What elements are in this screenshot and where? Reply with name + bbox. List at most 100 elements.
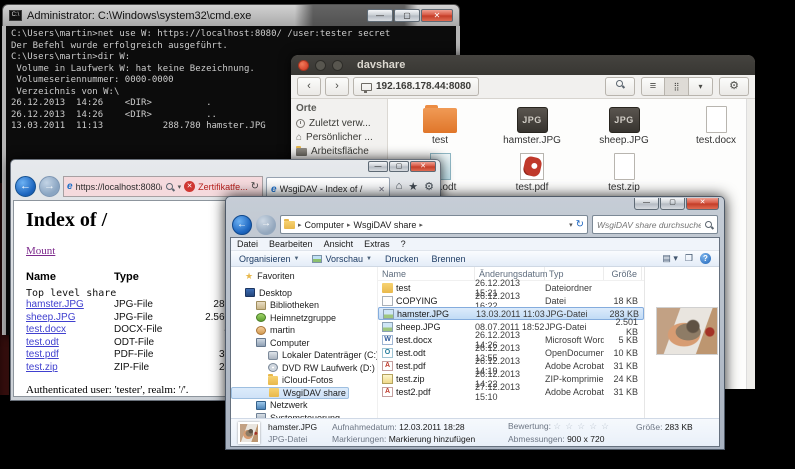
explorer-titlebar[interactable]: — ▢ ✕ xyxy=(226,197,724,212)
ie-titlebar[interactable]: — ▢ ✕ xyxy=(11,160,440,173)
file-link[interactable]: test.docx xyxy=(26,324,114,337)
file-link[interactable]: sheep.JPG xyxy=(26,312,114,325)
preview-pane-button[interactable]: ❒ xyxy=(685,253,693,264)
sidebar-item-icloud-fotos[interactable]: iCloud-Fotos xyxy=(231,374,377,387)
rating-stars[interactable]: ☆ ☆ ☆ ☆ ☆ xyxy=(553,421,610,431)
sidebar-item-desktop[interactable]: Desktop xyxy=(231,287,377,300)
url-text[interactable]: https://localhost:8080/ xyxy=(76,182,162,192)
file-item-pdf[interactable]: test.pdf xyxy=(486,149,578,196)
mount-link[interactable]: Mount xyxy=(26,245,55,257)
table-row[interactable]: Atest2.pdf 27.12.2013 15:10Adobe Acrobat… xyxy=(378,385,644,398)
back-button[interactable]: ← xyxy=(232,215,252,235)
close-button[interactable] xyxy=(298,60,309,71)
menu-datei[interactable]: Datei xyxy=(237,239,258,249)
chevron-down-icon[interactable]: ▾ xyxy=(178,183,182,191)
view-options-button[interactable]: ▾ xyxy=(689,77,713,96)
minimize-button[interactable]: — xyxy=(634,198,659,210)
certificate-error-text[interactable]: Zertifikatfe... xyxy=(198,182,248,192)
file-item-sheep[interactable]: JPG sheep.JPG xyxy=(578,102,670,149)
file-link[interactable]: test.odt xyxy=(26,337,114,350)
back-button[interactable]: ← xyxy=(15,176,36,197)
home-icon[interactable]: ⌂ xyxy=(396,180,403,193)
sidebar-item-recent[interactable]: Zuletzt verw... xyxy=(296,118,382,129)
sidebar-item-computer[interactable]: Computer xyxy=(231,337,377,350)
sidebar-item-dvd-drive[interactable]: DVD RW Laufwerk (D:) xyxy=(231,362,377,375)
maximize-button[interactable]: ▢ xyxy=(389,161,409,172)
file-link[interactable]: test.zip xyxy=(26,362,114,375)
file-link[interactable]: test.pdf xyxy=(26,349,114,362)
close-button[interactable]: ✕ xyxy=(686,198,719,210)
breadcrumb-separator: ▸ xyxy=(347,221,351,229)
burn-button[interactable]: Brennen xyxy=(431,254,465,264)
address-bar[interactable]: e https://localhost:8080/ ▾ ✕ Zertifikat… xyxy=(63,176,263,197)
nautilus-titlebar[interactable]: davshare xyxy=(291,55,755,75)
column-header-name[interactable]: Name xyxy=(378,267,475,280)
organize-button[interactable]: Organisieren▼ xyxy=(239,254,299,264)
breadcrumb-current[interactable]: WsgiDAV share xyxy=(354,220,417,230)
close-button[interactable]: ✕ xyxy=(421,9,453,22)
print-button[interactable]: Drucken xyxy=(385,254,419,264)
menu-ansicht[interactable]: Ansicht xyxy=(324,239,354,249)
refresh-icon[interactable]: ↻ xyxy=(251,181,259,192)
column-header-size[interactable]: Größe xyxy=(604,267,642,280)
location-button[interactable]: 192.168.178.44:8080 xyxy=(353,77,479,96)
search-button[interactable] xyxy=(605,77,635,96)
close-button[interactable]: ✕ xyxy=(410,161,436,172)
tab-close-icon[interactable]: ✕ xyxy=(378,185,385,194)
history-chevron-icon[interactable]: ▾ xyxy=(569,221,573,229)
file-item-zip[interactable]: test.zip xyxy=(578,149,670,196)
sidebar-item-heimnetzgruppe[interactable]: Heimnetzgruppe xyxy=(231,312,377,325)
maximize-button[interactable]: ▢ xyxy=(660,198,685,210)
sidebar-item-home[interactable]: ⌂ Persönlicher ... xyxy=(296,132,382,143)
menu-extras[interactable]: Extras xyxy=(364,239,390,249)
column-header-type[interactable]: Typ xyxy=(545,267,604,280)
grid-view-button[interactable]: ⣿ xyxy=(665,77,689,96)
list-view-button[interactable]: ≡ xyxy=(641,77,665,96)
cmd-titlebar[interactable]: C:\ Administrator: C:\Windows\system32\c… xyxy=(2,4,460,26)
settings-gear-icon[interactable]: ⚙ xyxy=(424,180,434,193)
clock-icon xyxy=(296,119,305,128)
refresh-icon[interactable]: ↻ xyxy=(576,219,584,230)
minimize-button[interactable] xyxy=(315,60,326,71)
nautilus-toolbar: ‹ › 192.168.178.44:8080 ≡ ⣿ ▾ ⚙ xyxy=(291,75,755,99)
menu-bearbeiten[interactable]: Bearbeiten xyxy=(269,239,313,249)
file-item-hamster[interactable]: JPG hamster.JPG xyxy=(486,102,578,149)
search-input[interactable] xyxy=(597,220,701,230)
forward-button[interactable]: › xyxy=(325,77,349,96)
column-header-name[interactable]: Name xyxy=(26,271,114,283)
column-header-type[interactable]: Type xyxy=(114,271,190,283)
forward-button[interactable]: → xyxy=(256,215,276,235)
breadcrumb-separator: ▸ xyxy=(298,221,302,229)
sidebar-item-wsgidav-share[interactable]: WsgiDAV share xyxy=(231,387,349,400)
menu-help[interactable]: ? xyxy=(401,239,406,249)
change-view-button[interactable]: ▤ ▾ xyxy=(662,253,678,264)
command-toolbar: Organisieren▼ Vorschau▼ Drucken Brennen … xyxy=(231,251,719,267)
file-link[interactable]: hamster.JPG xyxy=(26,299,114,312)
breadcrumb-computer[interactable]: Computer xyxy=(305,220,345,230)
table-row[interactable]: COPYING 26.12.2013 16:22Datei18 KB xyxy=(378,294,644,307)
sidebar-item-local-disk[interactable]: Lokaler Datenträger (C:) xyxy=(231,349,377,362)
sidebar-item-bibliotheken[interactable]: Bibliotheken xyxy=(231,299,377,312)
preview-button[interactable]: Vorschau▼ xyxy=(312,254,371,264)
breadcrumb[interactable]: ▸ Computer ▸ WsgiDAV share ▸ ▾ ↻ xyxy=(280,215,588,234)
maximize-button[interactable]: ▢ xyxy=(394,9,420,22)
minimize-button[interactable]: — xyxy=(368,161,388,172)
tags-value[interactable]: Markierung hinzufügen xyxy=(389,434,475,444)
sidebar-item-martin[interactable]: martin xyxy=(231,324,377,337)
maximize-button[interactable] xyxy=(332,60,343,71)
sidebar-item-netzwerk[interactable]: Netzwerk xyxy=(231,399,377,412)
back-button[interactable]: ‹ xyxy=(297,77,321,96)
certificate-error-icon[interactable]: ✕ xyxy=(184,181,195,192)
help-icon[interactable]: ? xyxy=(700,253,711,264)
file-item-docx[interactable]: test.docx xyxy=(670,102,762,149)
gear-menu-button[interactable]: ⚙ xyxy=(719,77,749,96)
file-item-test[interactable]: test xyxy=(394,102,486,149)
minimize-button[interactable]: — xyxy=(367,9,393,22)
forward-button[interactable]: → xyxy=(39,176,60,197)
sidebar-item-desktop[interactable]: Arbeitsfläche xyxy=(296,146,382,157)
menu-bar: Datei Bearbeiten Ansicht Extras ? xyxy=(231,238,719,251)
sidebar-item-favoriten[interactable]: ★Favoriten xyxy=(231,270,377,283)
search-icon[interactable] xyxy=(165,182,175,192)
search-box[interactable] xyxy=(592,215,718,234)
favorites-star-icon[interactable]: ★ xyxy=(408,180,418,193)
